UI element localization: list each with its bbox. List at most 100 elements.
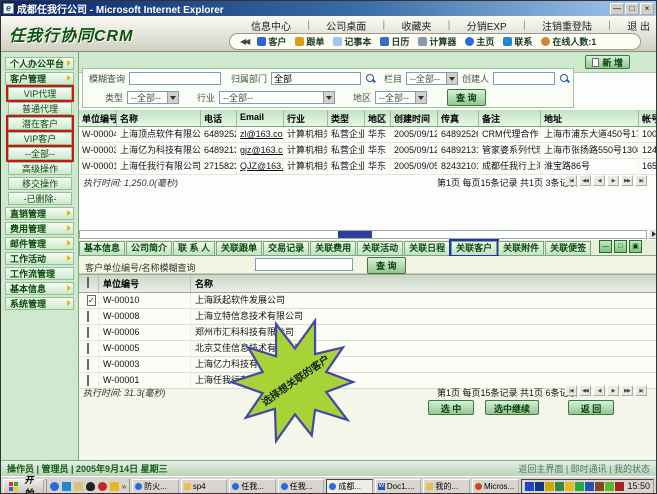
task-microsoft[interactable]: Micros... bbox=[472, 479, 519, 494]
task-renwoxing-1[interactable]: 任我... bbox=[229, 479, 276, 494]
return-button[interactable]: 返 回 bbox=[568, 400, 614, 415]
industry-select[interactable]: --全部-- bbox=[219, 91, 335, 104]
ime-icon[interactable] bbox=[585, 482, 594, 491]
col-header[interactable]: 名称 bbox=[191, 275, 656, 292]
volume-icon[interactable] bbox=[545, 482, 554, 491]
toolbar-item-order[interactable]: 跟单 bbox=[295, 35, 324, 48]
media-icon[interactable] bbox=[98, 482, 107, 491]
table-row[interactable]: W-00003上海亿为科技有限公司64892132 gjz@163.com 计算… bbox=[79, 143, 656, 159]
col-header[interactable]: 名称 bbox=[117, 110, 201, 126]
row-checkbox[interactable] bbox=[87, 359, 89, 370]
last-page-button[interactable]: ▶| bbox=[635, 175, 647, 186]
select-continue-button[interactable]: 选中继续 bbox=[485, 400, 539, 415]
col-header[interactable]: 地区 bbox=[365, 110, 391, 126]
sidebar-item-transfer-ops[interactable]: 移交操作 bbox=[8, 177, 72, 190]
email-link[interactable]: QJZ@163.COM bbox=[237, 159, 284, 175]
power-icon[interactable] bbox=[605, 482, 614, 491]
fuzzy-search-input[interactable] bbox=[129, 72, 221, 85]
outlook-icon[interactable] bbox=[62, 482, 71, 491]
tab-basic-info[interactable]: 基本信息 bbox=[79, 241, 125, 255]
menu-item-info-center[interactable]: 信息中心 bbox=[251, 18, 291, 33]
minimize-button[interactable]: — bbox=[610, 3, 624, 15]
tab-contacts[interactable]: 联 系 人 bbox=[173, 241, 215, 255]
new-button[interactable]: 新 增 bbox=[585, 55, 630, 69]
prev-page-button[interactable]: ◀ bbox=[593, 385, 605, 396]
col-header[interactable]: 电话 bbox=[201, 110, 237, 126]
tab-related-customers[interactable]: 关联客户 bbox=[451, 241, 497, 255]
next-page-button[interactable]: ▶ bbox=[607, 175, 619, 186]
toolbar-item-calendar[interactable]: 日历 bbox=[380, 35, 409, 48]
toolbar-item-notepad[interactable]: 记事本 bbox=[333, 35, 371, 48]
table-row[interactable]: W-00006郑州市汇科科技有限公司 bbox=[79, 325, 656, 341]
sidebar-item-direct-sales[interactable]: 直销管理 bbox=[5, 207, 74, 220]
start-button[interactable]: 开始 bbox=[3, 479, 44, 494]
select-all-checkbox[interactable] bbox=[87, 277, 89, 288]
email-link[interactable]: zl@163.com bbox=[237, 127, 284, 143]
sidebar-item-deleted[interactable]: -已删除- bbox=[8, 192, 72, 205]
dept-search-icon[interactable] bbox=[365, 73, 376, 84]
pane-minimize-button[interactable]: — bbox=[599, 240, 612, 253]
sidebar-item-vip-agent[interactable]: VIP代理 bbox=[8, 87, 72, 100]
horizontal-scrollbar[interactable] bbox=[79, 230, 647, 239]
prev-page-button[interactable]: ◀ bbox=[593, 175, 605, 186]
task-chengdu-active[interactable]: 成都... bbox=[326, 479, 373, 494]
fast-next-button[interactable]: ▶▶ bbox=[621, 385, 633, 396]
col-header[interactable]: 单位编号 bbox=[79, 110, 117, 126]
table-row[interactable]: W-00001上海任我行有限公司27158230 QJZ@163.COM 计算机… bbox=[79, 159, 656, 175]
menu-item-company-desktop[interactable]: 公司桌面 bbox=[326, 18, 366, 33]
sidebar-item-expense-mgmt[interactable]: 费用管理 bbox=[5, 222, 74, 235]
tab-related-attachments[interactable]: 关联附件 bbox=[498, 241, 544, 255]
sidebar-item-normal-agent[interactable]: 普通代理 bbox=[8, 102, 72, 115]
tray-icon[interactable] bbox=[535, 482, 544, 491]
sidebar-item-all[interactable]: --全部-- bbox=[8, 147, 72, 160]
col-header[interactable]: 行业 bbox=[284, 110, 328, 126]
back-icon[interactable]: ◀◀ bbox=[240, 37, 248, 46]
tab-related-expense[interactable]: 关联费用 bbox=[310, 241, 356, 255]
sidebar-item-basic-info[interactable]: 基本信息 bbox=[5, 282, 74, 295]
region-select[interactable]: --全部-- bbox=[375, 91, 427, 104]
table-row[interactable]: W-00005北京艾佳信息技术有限公司 bbox=[79, 341, 656, 357]
menu-item-exit[interactable]: 退 出 bbox=[627, 18, 650, 33]
menu-item-fenxiao-exp[interactable]: 分销EXP bbox=[467, 18, 507, 33]
sidebar-item-vip-customer[interactable]: VIP客户 bbox=[8, 132, 72, 145]
desktop-icon[interactable] bbox=[74, 482, 83, 491]
pane-maximize-button[interactable]: ▣ bbox=[629, 240, 642, 253]
table-row[interactable]: ✓ W-00010上海跃起软件发展公司 bbox=[79, 293, 656, 309]
sidebar-item-mail-mgmt[interactable]: 邮件管理 bbox=[5, 237, 74, 250]
sidebar-item-customer-mgmt[interactable]: 客户管理 bbox=[5, 72, 74, 85]
sidebar-item-potential-customer[interactable]: 潜在客户 bbox=[8, 117, 72, 130]
ie-quicklaunch-icon[interactable] bbox=[50, 482, 59, 491]
status-links[interactable]: 返回主界面 | 即时通讯 | 我的状态 bbox=[518, 462, 650, 475]
col-header[interactable]: 创建时间 bbox=[391, 110, 438, 126]
email-link[interactable]: gjz@163.com bbox=[237, 143, 284, 159]
menu-item-favorites[interactable]: 收藏夹 bbox=[401, 18, 431, 33]
tab-related-activity[interactable]: 关联活动 bbox=[357, 241, 403, 255]
type-select[interactable]: --全部-- bbox=[127, 91, 179, 104]
scroll-right-button[interactable] bbox=[648, 228, 656, 239]
sidebar-item-personal-office[interactable]: 个人办公平台 bbox=[5, 57, 74, 70]
close-button[interactable]: × bbox=[640, 3, 654, 15]
fast-next-button[interactable]: ▶▶ bbox=[621, 175, 633, 186]
tray-icon[interactable] bbox=[595, 482, 604, 491]
menu-item-relogin[interactable]: 注销重登陆 bbox=[542, 18, 592, 33]
table-row[interactable]: W-00004上海顶点软件有限公司64892525 zl@163.com 计算机… bbox=[79, 127, 656, 143]
select-button[interactable]: 选 中 bbox=[428, 400, 474, 415]
col-header[interactable]: 帐号 bbox=[639, 110, 656, 126]
col-header[interactable]: 类型 bbox=[328, 110, 365, 126]
creator-search-icon[interactable] bbox=[559, 73, 570, 84]
pane-restore-button[interactable]: □ bbox=[614, 240, 627, 253]
tab-related-memos[interactable]: 关联便签 bbox=[545, 241, 591, 255]
toolbar-item-home[interactable]: 主页 bbox=[465, 35, 494, 48]
table-row[interactable]: W-00008上海立特信息技术有限公司 bbox=[79, 309, 656, 325]
creator-input[interactable] bbox=[493, 72, 555, 85]
scrollbar-thumb[interactable] bbox=[338, 231, 372, 238]
first-page-button[interactable]: |◀ bbox=[565, 175, 577, 186]
tab-company-profile[interactable]: 公司简介 bbox=[126, 241, 172, 255]
toolbar-item-calculator[interactable]: 计算器 bbox=[418, 35, 456, 48]
tray-icon[interactable] bbox=[525, 482, 534, 491]
tray-icon[interactable] bbox=[565, 482, 574, 491]
next-page-button[interactable]: ▶ bbox=[607, 385, 619, 396]
tab-related-orders[interactable]: 关联跟单 bbox=[216, 241, 262, 255]
overflow-chevron-icon[interactable]: » bbox=[122, 482, 126, 491]
col-header[interactable]: 地址 bbox=[541, 110, 639, 126]
